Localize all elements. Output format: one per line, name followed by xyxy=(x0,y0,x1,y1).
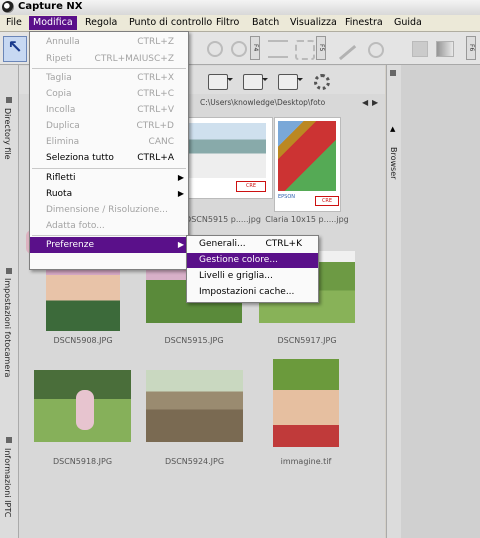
menu-batch[interactable]: Batch xyxy=(248,16,283,30)
brand-logo: CRE xyxy=(236,181,266,192)
thumbnail-label: DSCN5924.JPG xyxy=(164,457,225,466)
gear-icon[interactable] xyxy=(314,74,330,90)
f6-toggle[interactable]: F6 xyxy=(466,36,476,60)
menu-item-ripeti[interactable]: Ripeti CTRL+MAIUSC+Z xyxy=(30,51,188,67)
thumbnail-image[interactable]: CRE xyxy=(175,117,273,199)
folder-open-icon[interactable] xyxy=(278,74,303,90)
menu-item-rifletti[interactable]: Rifletti ▶ xyxy=(30,170,188,186)
panel-collapse-icon[interactable] xyxy=(6,268,12,274)
f4-toggle[interactable]: F4 xyxy=(250,36,260,60)
gradient-icon[interactable] xyxy=(436,41,454,57)
submenu-item-livelli-e-griglia[interactable]: Livelli e griglia... xyxy=(187,269,318,284)
thumbnail-label: DSCN5915.JPG xyxy=(164,336,224,345)
panel-collapse-icon[interactable] xyxy=(390,70,396,76)
menu-item-copia[interactable]: Copia CTRL+C xyxy=(30,86,188,102)
selection-square-icon[interactable] xyxy=(412,41,428,57)
tab-impostazioni-fotocamera[interactable]: Impostazioni fotocamera xyxy=(3,278,12,377)
menu-item-annulla[interactable]: Annulla CTRL+Z xyxy=(30,34,188,50)
window-title: Capture NX xyxy=(18,1,83,12)
path-back-icon[interactable]: ◀ xyxy=(362,98,368,107)
right-side-panel: Browser xyxy=(386,65,402,538)
menu-regola[interactable]: Regola xyxy=(81,16,121,30)
menu-item-ruota[interactable]: Ruota ▶ xyxy=(30,186,188,202)
panel-expand-icon[interactable]: ▲ xyxy=(390,125,395,133)
submenu-item-generali[interactable]: Generali... CTRL+K xyxy=(187,237,318,252)
separator xyxy=(32,68,186,69)
path-forward-icon[interactable]: ▶ xyxy=(372,98,378,107)
control-point-icon[interactable] xyxy=(207,41,223,57)
brand-logo: CRE xyxy=(315,196,339,206)
thumbnail-image[interactable] xyxy=(146,370,243,442)
menu-item-adatta-foto[interactable]: Adatta foto... xyxy=(30,218,188,234)
submenu-item-impostazioni-cache[interactable]: Impostazioni cache... xyxy=(187,285,318,300)
workspace-background xyxy=(401,65,480,538)
menu-punto-di-controllo[interactable]: Punto di controllo xyxy=(125,16,216,30)
title-bar: Capture NX xyxy=(0,0,480,16)
thumbnail-label: immagine.tif xyxy=(280,457,332,466)
lasso-icon[interactable] xyxy=(368,42,384,58)
f5-toggle[interactable]: F5 xyxy=(316,36,326,60)
menu-item-elimina[interactable]: Elimina CANC xyxy=(30,134,188,150)
tab-browser[interactable]: Browser xyxy=(389,147,398,179)
menu-finestra[interactable]: Finestra xyxy=(341,16,387,30)
thumbnail-label: DSCN5918.JPG xyxy=(52,457,113,466)
auto-retouch-icon[interactable] xyxy=(295,40,315,60)
menu-bar: File Modifica Regola Punto di controllo … xyxy=(0,15,480,32)
app-icon xyxy=(2,1,14,13)
separator xyxy=(32,235,186,236)
submenu-arrow-icon: ▶ xyxy=(177,173,184,182)
thumbnail-label: DSCN5908.JPG xyxy=(53,336,113,345)
thumbnail-label: DSCN5917.JPG xyxy=(277,336,337,345)
menu-file[interactable]: File xyxy=(2,16,26,30)
submenu-arrow-icon: ▶ xyxy=(177,189,184,198)
folder-icon[interactable] xyxy=(243,74,268,90)
red-eye-icon[interactable] xyxy=(268,40,288,58)
submenu-item-gestione-colore[interactable]: Gestione colore... xyxy=(187,253,318,268)
panel-collapse-icon[interactable] xyxy=(6,437,12,443)
menu-item-duplica[interactable]: Duplica CTRL+D xyxy=(30,118,188,134)
thumbnail-image[interactable]: EPSON CRE xyxy=(274,117,341,212)
separator xyxy=(32,168,186,169)
menu-item-preferenze[interactable]: Preferenze ▶ xyxy=(30,237,188,253)
direct-select-tool-icon[interactable]: ↖ xyxy=(3,36,27,62)
tab-directory-file[interactable]: Directory file xyxy=(3,108,12,160)
control-point-2-icon[interactable] xyxy=(231,41,247,57)
menu-item-taglia[interactable]: Taglia CTRL+X xyxy=(30,70,188,86)
menu-item-seleziona-tutto[interactable]: Seleziona tutto CTRL+A xyxy=(30,150,188,166)
path-bar: C:\Users\knowledge\Desktop\foto xyxy=(200,98,326,107)
menu-item-dimensione-risoluzione[interactable]: Dimensione / Risoluzione... xyxy=(30,202,188,218)
tab-informazioni-iptc[interactable]: Informazioni IPTC xyxy=(3,448,12,517)
thumbnail-image[interactable] xyxy=(34,370,131,442)
modifica-dropdown: Annulla CTRL+Z Ripeti CTRL+MAIUSC+Z Taglia… xyxy=(29,31,189,270)
brand-logo: EPSON xyxy=(278,194,296,200)
thumbnail-image[interactable] xyxy=(273,359,339,447)
panel-collapse-icon[interactable] xyxy=(6,97,12,103)
thumbnail-label: Claria 10x15 p.....jpg xyxy=(265,215,349,224)
menu-filtro[interactable]: Filtro xyxy=(212,16,243,30)
preferenze-submenu: Generali... CTRL+K Gestione colore... Liv… xyxy=(186,235,319,303)
submenu-arrow-icon: ▶ xyxy=(177,240,184,249)
folder-up-icon[interactable] xyxy=(208,74,233,90)
menu-visualizza[interactable]: Visualizza xyxy=(286,16,341,30)
menu-guida[interactable]: Guida xyxy=(390,16,426,30)
menu-item-incolla[interactable]: Incolla CTRL+V xyxy=(30,102,188,118)
menu-modifica[interactable]: Modifica xyxy=(29,16,77,30)
